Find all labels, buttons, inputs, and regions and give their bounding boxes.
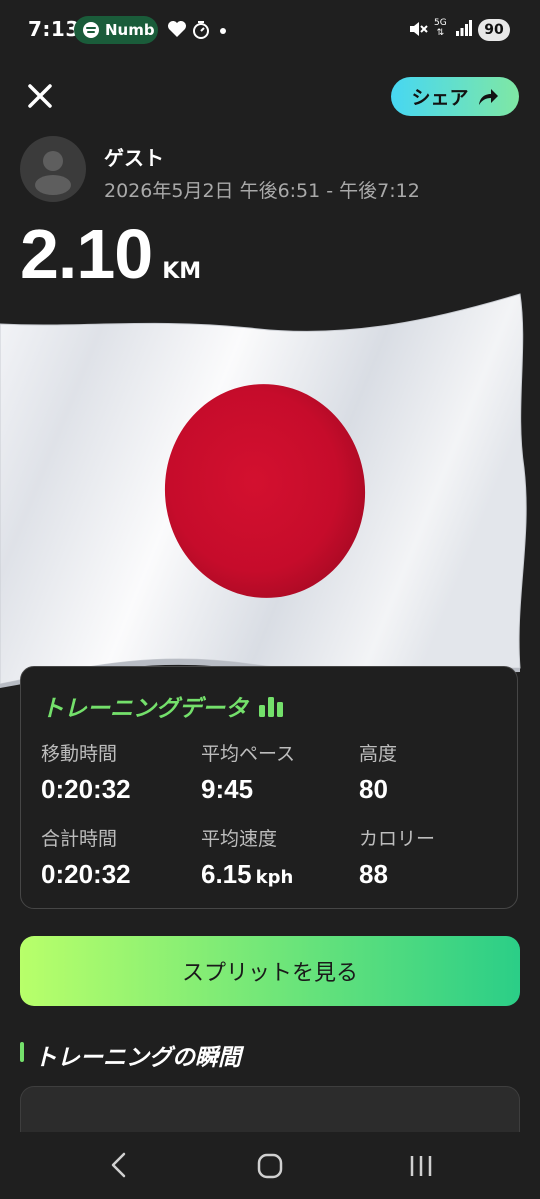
status-time: 7:13 <box>28 17 80 41</box>
stat-value-number: 6.15 <box>201 859 252 889</box>
session-time: 2026年5月2日 午後6:51 - 午後7:12 <box>104 180 420 202</box>
data-arrows-icon: ⇅ <box>436 28 445 38</box>
stat-value-number: 0:20:32 <box>41 774 131 804</box>
training-data-header: トレーニングデータ <box>41 689 284 723</box>
stat-average-pace: 平均ペース 9:45 <box>201 739 295 805</box>
stat-value: 6.15 kph <box>201 859 293 890</box>
close-icon[interactable] <box>24 80 56 112</box>
stat-value-number: 0:20:32 <box>41 859 131 889</box>
status-bar: 7:13 Numb 5G ⇅ 90 <box>0 0 540 60</box>
stat-value: 0:20:32 <box>41 859 131 890</box>
stat-calories: カロリー 88 <box>359 824 435 890</box>
network-indicator: 5G ⇅ <box>434 18 447 38</box>
heart-icon <box>168 21 186 37</box>
home-icon[interactable] <box>256 1152 284 1180</box>
avatar <box>20 136 86 202</box>
stat-moving-time: 移動時間 0:20:32 <box>41 739 131 805</box>
spotify-icon <box>83 22 99 38</box>
mute-icon <box>410 22 428 36</box>
stat-value-number: 88 <box>359 859 388 889</box>
stat-label: 平均速度 <box>201 828 278 850</box>
training-data-title: トレーニングデータ <box>41 696 248 722</box>
battery-indicator: 90 <box>478 19 510 41</box>
training-moments-title: トレーニングの瞬間 <box>34 1045 241 1071</box>
distance-unit: KM <box>162 259 202 284</box>
stat-value: 88 <box>359 859 435 890</box>
training-data-card: トレーニングデータ 移動時間 0:20:32 平均ペース 9:45 高度 80 … <box>20 666 518 909</box>
stat-value: 80 <box>359 774 397 805</box>
bar-chart-icon <box>259 697 283 717</box>
share-button-label: シェア <box>411 87 469 109</box>
stat-value: 9:45 <box>201 774 295 805</box>
notification-dot-icon <box>220 28 226 34</box>
stat-value-number: 80 <box>359 774 388 804</box>
japan-flag-image <box>0 293 527 688</box>
view-splits-button[interactable]: スプリットを見る <box>20 936 520 1006</box>
stat-total-time: 合計時間 0:20:32 <box>41 824 131 890</box>
stat-label: 高度 <box>359 743 398 765</box>
stat-label: カロリー <box>359 828 436 850</box>
signal-icon <box>456 20 472 36</box>
stat-label: 平均ペース <box>201 743 296 765</box>
system-nav-bar <box>0 1132 540 1199</box>
stat-label: 移動時間 <box>41 743 118 765</box>
media-chip-label: Numb <box>105 21 155 39</box>
share-button[interactable]: シェア <box>391 77 519 116</box>
user-silhouette-icon <box>35 151 71 195</box>
section-accent-bar <box>20 1042 24 1062</box>
timer-icon <box>193 21 209 39</box>
user-name: ゲスト <box>104 146 164 170</box>
stat-elevation: 高度 80 <box>359 739 397 805</box>
back-icon[interactable] <box>100 1151 136 1179</box>
stat-average-speed: 平均速度 6.15 kph <box>201 824 293 890</box>
distance-display: 2.10 KM <box>20 214 201 294</box>
network-type: 5G <box>434 18 447 28</box>
stat-unit: kph <box>255 867 294 888</box>
stat-value-number: 9:45 <box>201 774 254 804</box>
media-chip[interactable]: Numb <box>74 16 158 44</box>
recent-apps-icon[interactable] <box>408 1154 434 1178</box>
stat-value: 0:20:32 <box>41 774 131 805</box>
view-splits-label: スプリットを見る <box>181 961 358 986</box>
stat-label: 合計時間 <box>41 828 118 850</box>
share-arrow-icon <box>478 88 498 105</box>
distance-value: 2.10 <box>20 215 153 293</box>
